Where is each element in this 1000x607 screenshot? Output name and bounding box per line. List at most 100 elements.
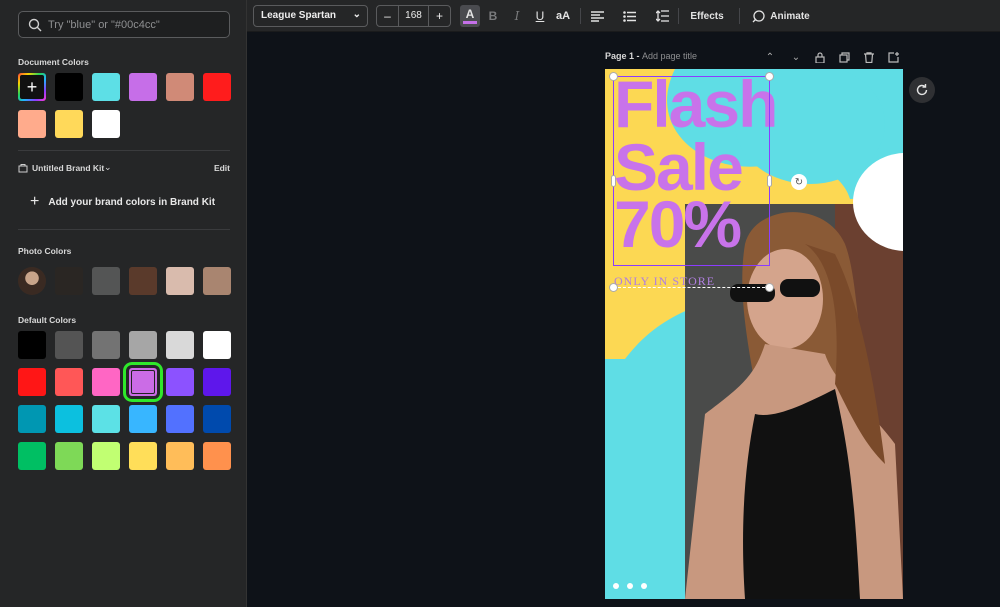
photo-color-swatch[interactable] [203,267,231,295]
add-color-button[interactable]: + [18,73,46,101]
photo-color-swatch[interactable] [92,267,120,295]
divider [18,229,230,230]
document-color-swatch[interactable] [166,73,194,101]
photo-colors-row [18,267,231,295]
resize-handle[interactable] [611,175,616,187]
default-color-swatch[interactable] [18,368,46,396]
default-color-swatch[interactable] [92,405,120,433]
italic-button[interactable]: I [509,5,525,27]
default-color-swatch[interactable] [55,405,83,433]
dot [627,583,633,589]
photo-color-swatch[interactable] [166,267,194,295]
trash-icon[interactable] [862,50,876,64]
resize-handle[interactable] [765,72,774,81]
bold-button[interactable]: B [485,5,501,27]
photo-thumbnail[interactable] [18,267,46,295]
page-title-input[interactable]: Add page title [642,51,697,61]
default-color-swatch[interactable] [129,331,157,359]
default-color-swatch[interactable] [166,331,194,359]
default-color-swatch[interactable] [166,405,194,433]
brand-kit-edit-link[interactable]: Edit [214,163,230,173]
increase-font-size-button[interactable]: + [429,6,450,26]
default-color-swatch[interactable] [203,405,231,433]
default-color-swatch[interactable] [129,405,157,433]
list-icon[interactable] [620,5,638,27]
effects-button[interactable]: Effects [687,5,727,27]
default-color-swatch[interactable] [129,442,157,470]
resize-handle[interactable] [609,283,618,292]
decrease-font-size-button[interactable]: – [377,6,398,26]
default-color-swatch[interactable] [55,442,83,470]
font-size-stepper: – 168 + [376,5,451,27]
document-color-swatch[interactable] [203,73,231,101]
letter-case-button[interactable]: aA [552,5,574,27]
brand-kit-dropdown[interactable]: Untitled Brand Kit [32,163,104,173]
font-family-select[interactable]: League Spartan ⌄ [253,5,368,27]
animate-button[interactable]: Animate [750,5,812,27]
resize-handle[interactable] [765,283,774,292]
page-dots [613,583,647,589]
default-color-swatch[interactable] [18,405,46,433]
text-color-button[interactable]: A [460,5,480,27]
rotate-icon[interactable]: ↻ [791,174,807,190]
document-colors-row: + [18,73,231,101]
default-color-swatch[interactable] [18,331,46,359]
align-left-icon[interactable] [588,5,606,27]
resize-handle[interactable] [767,175,772,187]
design-page[interactable]: Flash Sale 70% ONLY IN STORE ↻ [605,69,903,599]
default-color-swatch[interactable] [166,368,194,396]
animate-label: Animate [770,10,810,22]
color-search[interactable] [18,11,230,38]
default-color-swatch[interactable] [55,331,83,359]
chevron-down-icon[interactable]: ⌄ [789,50,803,64]
document-color-swatch[interactable] [18,110,46,138]
default-colors-row [18,442,231,470]
photo-color-swatch[interactable] [55,267,83,295]
underline-button[interactable]: U [532,5,548,27]
regenerate-icon[interactable] [909,77,935,103]
divider [739,8,740,24]
chevron-down-icon[interactable]: ⌄ [104,162,112,173]
brand-kit-row: Untitled Brand Kit ⌄ Edit [18,162,230,178]
color-search-input[interactable] [48,15,223,34]
default-colors-row [18,405,231,433]
plus-icon: + [30,193,40,210]
document-color-swatch[interactable] [129,73,157,101]
default-colors-row [18,362,231,402]
document-color-swatch[interactable] [92,73,120,101]
default-colors-title: Default Colors [18,315,77,325]
default-color-swatch[interactable] [166,442,194,470]
photo-colors-title: Photo Colors [18,246,72,256]
chevron-up-icon[interactable]: ⌃ [763,50,777,64]
default-color-swatch[interactable] [18,442,46,470]
photo-color-swatch[interactable] [129,267,157,295]
font-size-input[interactable]: 168 [398,6,429,26]
duplicate-icon[interactable] [837,50,851,64]
line-spacing-icon[interactable] [653,5,671,27]
document-color-swatch[interactable] [55,73,83,101]
default-color-swatch[interactable] [55,368,83,396]
search-icon [28,18,42,32]
default-color-swatch[interactable] [92,442,120,470]
color-panel: Document Colors + Untitled Brand Kit ⌄ E… [0,0,247,607]
lock-icon[interactable] [813,50,827,64]
add-page-icon[interactable] [886,50,900,64]
document-color-swatch[interactable] [92,110,120,138]
default-color-swatch[interactable] [92,368,120,396]
resize-handle[interactable] [609,72,618,81]
selection-box[interactable] [613,76,770,266]
animate-icon [752,9,765,22]
default-color-swatch[interactable] [123,362,163,402]
app-window: Document Colors + Untitled Brand Kit ⌄ E… [0,0,1000,607]
default-color-swatch[interactable] [203,331,231,359]
brand-kit-icon [18,164,28,173]
default-color-swatch[interactable] [203,442,231,470]
add-brand-colors-button[interactable]: + Add your brand colors in Brand Kit [30,194,215,210]
document-colors-title: Document Colors [18,57,89,67]
font-family-value: League Spartan [261,10,337,21]
default-color-swatch[interactable] [92,331,120,359]
document-color-swatch[interactable] [55,110,83,138]
dot [613,583,619,589]
divider [18,150,230,151]
default-color-swatch[interactable] [203,368,231,396]
